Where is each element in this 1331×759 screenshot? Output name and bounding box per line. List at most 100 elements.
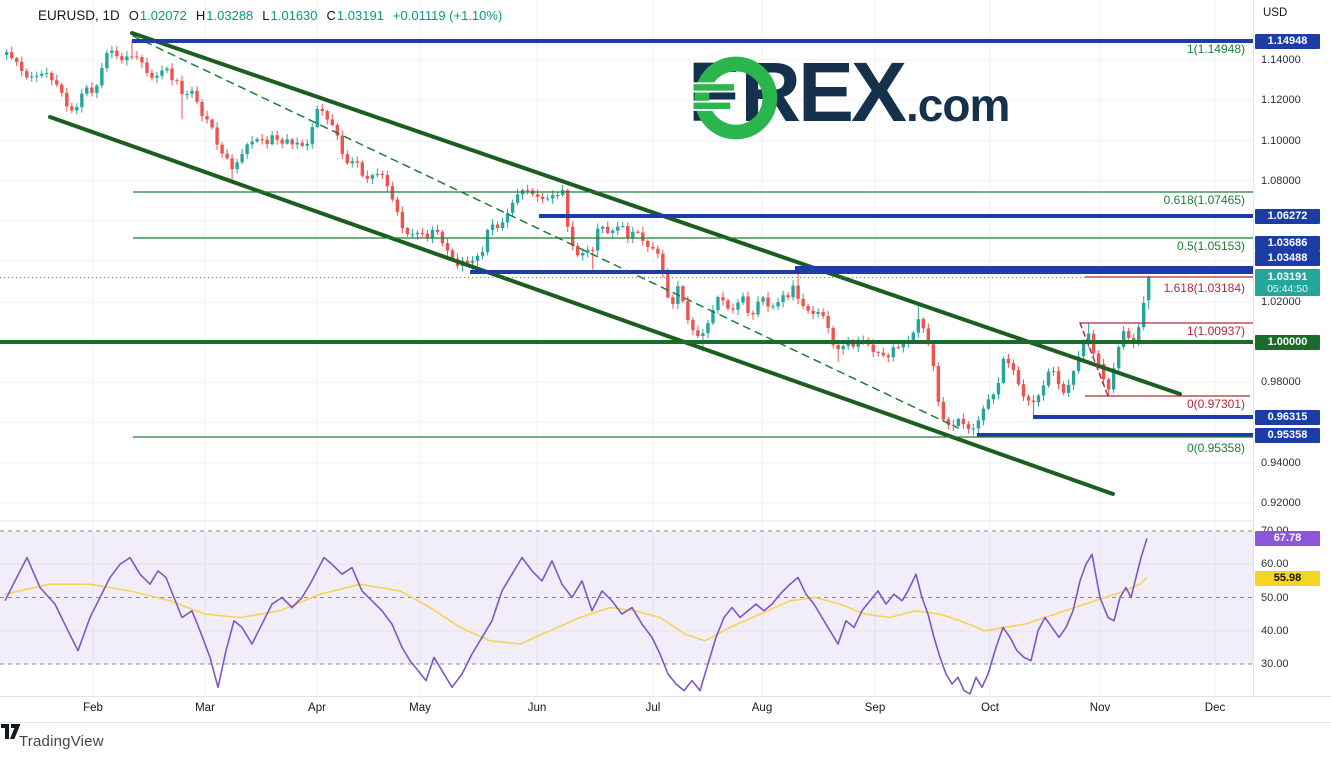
candle-body [806,306,809,311]
candle-body [45,73,48,74]
candle-body [130,56,133,57]
channel-upper[interactable] [132,33,1180,394]
candle-body [546,198,549,199]
ohlc-low: L 1.01630 [262,8,317,23]
candle-body [5,52,8,55]
candle-body [576,246,579,256]
candle-body [872,344,875,351]
candle-body [180,81,183,94]
candle-body [356,161,359,162]
candle-body [841,346,844,349]
price-axis-tick: 40.00 [1261,625,1325,637]
candle-body [1072,371,1075,385]
candle-body [10,52,13,58]
candle-body [361,163,364,176]
candle-body [816,312,819,314]
tradingview-logo-text[interactable]: TradingView [19,733,104,750]
candle-body [195,91,198,102]
candle-body [481,252,484,256]
candle-body [285,139,288,143]
candle-body [416,233,419,234]
candle-body [396,199,399,211]
time-axis-tick-Mar: Mar [185,702,225,714]
price-axis-tick: 0.98000 [1261,376,1325,388]
fib-label: 1(1.00937) [1075,324,1245,338]
time-axis-tick-Dec: Dec [1195,702,1235,714]
candle-body [200,102,203,116]
price-axis-tick: 1.14000 [1261,54,1325,66]
candle-body [586,250,589,253]
price-axis-tick: 1.02000 [1261,296,1325,308]
candle-body [245,144,248,154]
candle-body [65,93,68,106]
ohlc-high: H 1.03288 [196,8,253,23]
change-value: +0.01119 (+1.10%) [393,8,502,23]
price-axis-tick: 50.00 [1261,592,1325,604]
candle-body [716,297,719,310]
candle-body [351,161,354,163]
candle-body [140,57,143,62]
candle-body [922,319,925,328]
candle-body [942,402,945,420]
candle-body [902,344,905,347]
candle-body [877,352,880,353]
candle-body [761,297,764,301]
time-axis-tick-Feb: Feb [73,702,113,714]
candle-body [731,308,734,309]
candle-body [270,135,273,144]
candle-body [1022,384,1025,396]
candle-body [20,62,23,71]
candle-body [681,286,684,301]
candle-body [781,295,784,302]
candle-body [651,247,654,249]
candle-body [666,273,669,298]
candle-body [1117,347,1120,368]
candle-body [992,394,995,399]
price-axis[interactable]: USD 1.140001.120001.100001.080001.060001… [1253,0,1331,722]
candle-body [917,319,920,332]
candle-body [25,71,28,77]
candle-body [115,51,118,57]
candle-body [791,286,794,298]
candle-body [1027,397,1030,401]
chart-canvas[interactable] [0,0,1331,759]
candle-body [421,233,424,234]
candle-body [1057,371,1060,384]
candle-body [311,127,314,144]
candle-body [1007,359,1010,363]
candle-body [997,383,1000,394]
candle-body [35,76,38,77]
fib-label: 1(1.14948) [1075,42,1245,56]
price-axis-tick: 1.08000 [1261,175,1325,187]
candle-body [601,227,604,229]
candle-body [326,111,329,119]
candle-body [70,106,73,110]
candle-body [977,420,980,428]
symbol-title[interactable]: EURUSD, 1D [38,8,120,23]
candle-body [110,51,113,53]
candle-body [526,190,529,191]
fib-label: 0(0.95358) [1075,441,1245,455]
candle-body [250,142,253,145]
candle-body [551,195,554,198]
candle-body [516,194,519,203]
fib1-connector[interactable] [133,36,958,428]
candle-body [431,230,434,238]
candle-body [1002,359,1005,383]
candle-body [892,347,895,357]
candle-body [155,76,158,78]
candle-body [220,145,223,154]
candle-body [80,94,83,107]
tradingview-chart-window: F REX .com EURUSD, 1D O 1.02072 H 1.0328… [0,0,1331,759]
time-axis[interactable]: FebMarAprMayJunJulAugSepOctNovDec [0,696,1331,723]
candle-body [125,56,128,60]
candle-body [275,135,278,139]
candle-body [721,297,724,300]
candle-body [145,62,148,72]
candle-body [391,186,394,199]
candle-body [260,139,263,140]
candle-body [165,69,168,71]
fib-label: 1.618(1.03184) [1075,281,1245,295]
candle-body [230,158,233,169]
candle-body [746,296,749,313]
